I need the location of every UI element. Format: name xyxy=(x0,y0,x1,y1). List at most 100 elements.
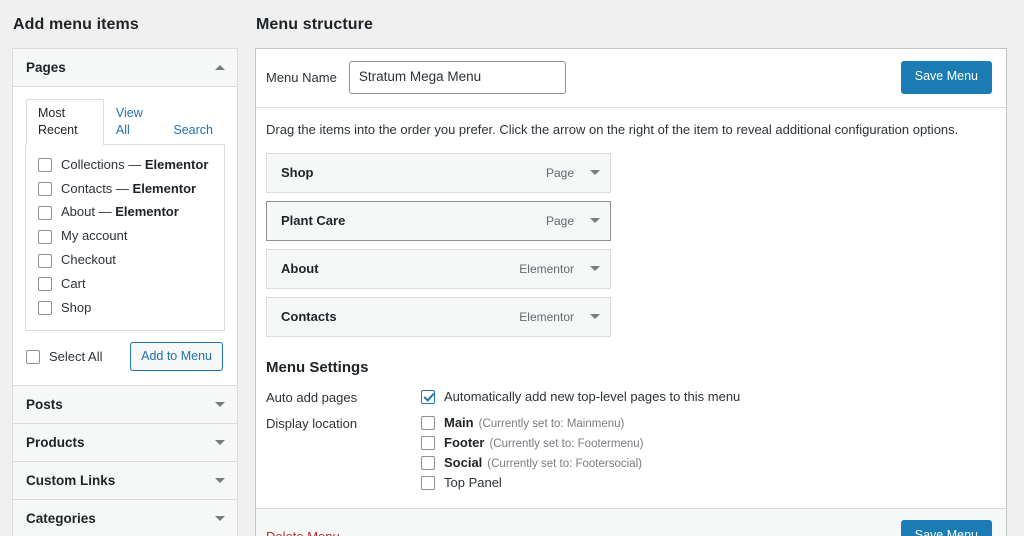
location-option-top-panel[interactable]: Top Panel xyxy=(421,475,992,490)
auto-add-checkbox[interactable] xyxy=(421,389,435,404)
menu-item-title: About xyxy=(281,261,319,277)
location-label-footer: Footer (Currently set to: Footermenu) xyxy=(444,435,644,451)
menu-name-label: Menu Name xyxy=(266,70,337,86)
tab-search[interactable]: Search xyxy=(161,116,225,145)
page-checkbox[interactable] xyxy=(38,301,52,316)
chevron-down-icon[interactable] xyxy=(215,516,225,522)
accordion-title-custom-links: Custom Links xyxy=(26,473,116,489)
chevron-up-icon[interactable] xyxy=(215,65,225,70)
menu-item-meta: Elementor xyxy=(519,262,600,276)
location-option-main[interactable]: Main (Currently set to: Mainmenu) xyxy=(421,415,992,430)
menu-name-input[interactable] xyxy=(348,61,566,95)
page-checkbox[interactable] xyxy=(38,158,52,173)
menu-settings-title: Menu Settings xyxy=(266,359,369,377)
pages-checkbox-list: Collections — Elementor Contacts — Eleme… xyxy=(25,143,225,331)
chevron-down-icon[interactable] xyxy=(590,314,600,320)
menu-item-meta: Page xyxy=(546,166,600,180)
delete-menu-link[interactable]: Delete Menu xyxy=(266,529,340,536)
menu-name-bar: Menu Name Save Menu xyxy=(256,49,1006,109)
menu-item-type: Elementor xyxy=(519,309,574,324)
location-option-social[interactable]: Social (Currently set to: Footersocial) xyxy=(421,455,992,470)
menu-item-shop[interactable]: Shop Page xyxy=(266,153,611,194)
auto-add-fields: Automatically add new top-level pages to… xyxy=(421,389,992,409)
menu-item-type: Elementor xyxy=(519,261,574,276)
display-location-fields: Main (Currently set to: Mainmenu) Footer(… xyxy=(421,415,992,495)
accordion-section-posts: Posts xyxy=(13,386,237,425)
menu-item-about[interactable]: About Elementor xyxy=(266,249,611,290)
accordion-header-posts[interactable]: Posts xyxy=(13,386,237,424)
menu-settings-section: Menu Settings Auto add pages Automatical… xyxy=(266,345,992,495)
setting-row-auto-add: Auto add pages Automatically add new top… xyxy=(266,389,992,409)
tab-view-all[interactable]: View All xyxy=(104,99,161,145)
list-item[interactable]: Shop xyxy=(38,297,214,321)
pages-list-footer: Select All Add to Menu xyxy=(25,331,225,376)
list-item[interactable]: Collections — Elementor xyxy=(38,154,214,178)
location-checkbox-top-panel[interactable] xyxy=(421,475,435,490)
select-all-control[interactable]: Select All xyxy=(26,349,102,364)
menu-items-list: Shop Page Plant Care Page About Elemento… xyxy=(266,153,611,338)
location-label-main: Main (Currently set to: Mainmenu) xyxy=(444,415,625,431)
save-menu-button-bottom[interactable]: Save Menu xyxy=(900,520,992,536)
add-menu-items-title: Add menu items xyxy=(13,16,139,33)
list-item[interactable]: Checkout xyxy=(38,249,214,273)
drag-hint-text: Drag the items into the order you prefer… xyxy=(266,122,959,138)
accordion-header-products[interactable]: Products xyxy=(13,424,237,462)
menu-structure-column: Menu structure Menu Name Save Menu Drag … xyxy=(250,0,1024,536)
location-label-top-panel: Top Panel xyxy=(444,475,502,491)
list-item-label: My account xyxy=(61,228,128,244)
accordion-header-pages[interactable]: Pages xyxy=(13,49,237,87)
accordion-header-categories[interactable]: Categories xyxy=(13,500,237,536)
menu-item-meta: Page xyxy=(546,214,600,228)
page-checkbox[interactable] xyxy=(38,277,52,292)
chevron-down-icon[interactable] xyxy=(215,402,225,408)
display-location-label: Display location xyxy=(266,416,358,432)
list-item[interactable]: Cart xyxy=(38,273,214,297)
menu-item-title: Plant Care xyxy=(281,213,346,229)
list-item-label: Shop xyxy=(61,299,92,315)
location-checkbox-main[interactable] xyxy=(421,415,435,430)
accordion-header-custom-links[interactable]: Custom Links xyxy=(13,462,237,500)
accordion-title-categories: Categories xyxy=(26,511,96,527)
chevron-down-icon[interactable] xyxy=(590,218,600,224)
select-all-checkbox[interactable] xyxy=(26,349,40,364)
page-checkbox[interactable] xyxy=(38,253,52,268)
chevron-down-icon[interactable] xyxy=(215,440,225,446)
list-item-label: Contacts — Elementor xyxy=(61,180,197,196)
accordion-title-pages: Pages xyxy=(26,60,66,75)
page-checkbox[interactable] xyxy=(38,229,52,244)
setting-row-display-location: Display location Main (Currently set to: … xyxy=(266,415,992,495)
location-note-social: (Currently set to: Footersocial) xyxy=(487,458,642,471)
menu-item-contacts[interactable]: Contacts Elementor xyxy=(266,297,611,338)
save-menu-button-top[interactable]: Save Menu xyxy=(900,61,992,94)
list-item[interactable]: About — Elementor xyxy=(38,201,214,225)
location-note-footer: (Currently set to: Footermenu) xyxy=(489,438,644,451)
list-item-label: Cart xyxy=(61,275,86,291)
menu-item-meta: Elementor xyxy=(519,310,600,324)
location-note-main: (Currently set to: Mainmenu) xyxy=(478,418,625,431)
location-label-social: Social (Currently set to: Footersocial) xyxy=(444,455,642,471)
menu-panel-footer: Delete Menu Save Menu xyxy=(256,508,1006,536)
location-option-footer[interactable]: Footer (Currently set to: Footermenu) xyxy=(421,435,992,450)
location-checkbox-footer[interactable] xyxy=(421,435,435,450)
add-to-menu-button[interactable]: Add to Menu xyxy=(130,341,223,372)
chevron-down-icon[interactable] xyxy=(590,266,600,272)
tab-most-recent[interactable]: Most Recent xyxy=(26,99,104,145)
menu-item-plant-care[interactable]: Plant Care Page xyxy=(266,201,611,242)
location-checkbox-social[interactable] xyxy=(421,455,435,470)
menu-item-title: Shop xyxy=(281,165,314,181)
auto-add-option[interactable]: Automatically add new top-level pages to… xyxy=(421,389,992,404)
menus-admin-screen: Add menu items Pages Most Recent View Al… xyxy=(0,0,1024,536)
chevron-down-icon[interactable] xyxy=(590,170,600,176)
list-item[interactable]: Contacts — Elementor xyxy=(38,178,214,202)
menu-item-type: Page xyxy=(545,213,574,228)
menu-item-title: Contacts xyxy=(281,309,337,325)
list-item[interactable]: My account xyxy=(38,225,214,249)
page-checkbox[interactable] xyxy=(38,182,52,197)
auto-add-pages-label: Auto add pages xyxy=(266,390,358,406)
chevron-down-icon[interactable] xyxy=(215,478,225,484)
page-checkbox[interactable] xyxy=(38,205,52,220)
menu-item-type: Page xyxy=(545,165,574,180)
accordion-title-posts: Posts xyxy=(26,397,63,413)
metabox-accordion: Pages Most Recent View All Search Collec… xyxy=(12,48,238,536)
list-item-label: Collections — Elementor xyxy=(61,156,209,172)
